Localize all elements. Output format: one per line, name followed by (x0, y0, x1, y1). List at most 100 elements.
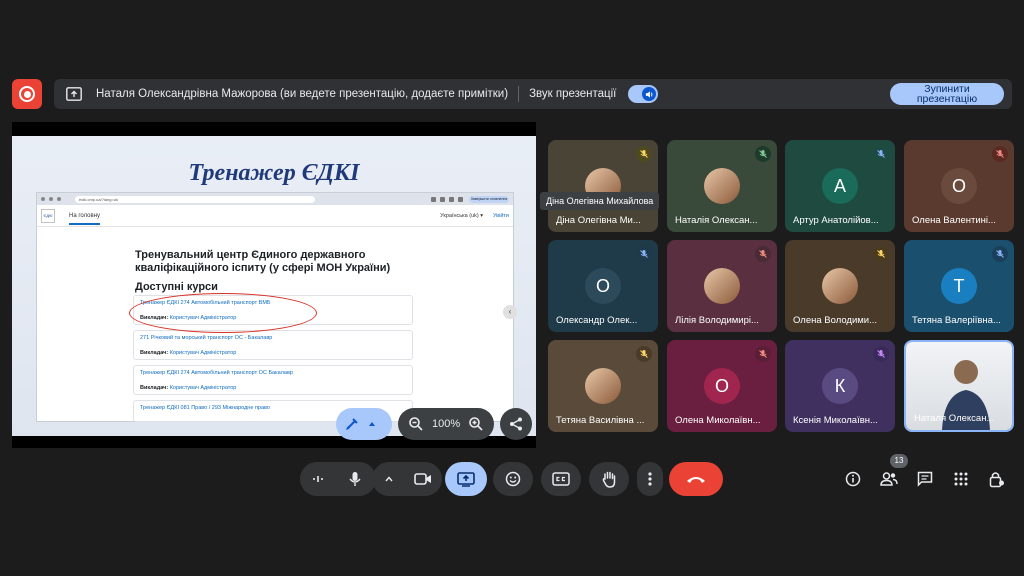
zoom-control: 100% (398, 408, 495, 440)
stop-presenting-button[interactable]: Зупинити презентацію (890, 83, 1004, 105)
divider (518, 86, 520, 102)
presentation-sound-toggle[interactable] (628, 85, 659, 103)
zoom-level: 100% (432, 418, 461, 430)
mic-off-icon (755, 246, 771, 262)
site-logo: ЄДКІ (41, 208, 55, 223)
presenting-bar: Наталя Олександрівна Мажорова (ви ведете… (54, 79, 1012, 109)
avatar: А (822, 168, 858, 204)
self-tile[interactable]: Наталя Олексан... (904, 340, 1014, 432)
browser-url: edki.cmp.ua/?lang=uk (75, 195, 315, 203)
browser-toolbar: edki.cmp.ua/?lang=uk Завершити оновлення (37, 193, 513, 205)
participant-tile[interactable]: К Ксенія Миколаївн... (785, 340, 895, 432)
avatar: О (704, 368, 740, 404)
participant-name: Олена Миколаївн... (675, 415, 761, 426)
participant-tile[interactable]: Лілія Володимирі... (667, 240, 777, 332)
presentation-tools: 100% (336, 408, 533, 440)
participant-tile[interactable]: Наталія Олексан... (667, 140, 777, 232)
microphone-control[interactable] (300, 462, 376, 496)
leave-call-button[interactable] (669, 462, 723, 496)
participant-tile[interactable]: Діна Олегівна Ми... (548, 140, 658, 232)
zoom-in-icon[interactable] (468, 416, 484, 432)
highlight-ellipse (129, 293, 317, 333)
hand-icon (602, 471, 616, 488)
presenter-text: Наталя Олександрівна Мажорова (ви ведете… (96, 88, 509, 100)
course-name: 271 Річковий та морський транспорт ОС - … (140, 335, 273, 341)
more-vert-icon (648, 472, 652, 486)
courses-heading: Доступні курси (135, 281, 218, 293)
microphone-icon (349, 472, 361, 486)
participant-tile[interactable]: А Артур Анатолійов... (785, 140, 895, 232)
record-icon (19, 86, 35, 102)
people-button[interactable] (880, 470, 898, 488)
participant-tile[interactable]: О Олена Миколаївн... (667, 340, 777, 432)
mic-off-icon (755, 346, 771, 362)
participant-name: Ксенія Миколаївн... (793, 415, 878, 426)
share-icon (510, 417, 523, 431)
site-navbar: ЄДКІ На головну Українська (uk) ▾ Увійти (37, 205, 513, 227)
volume-icon (642, 87, 657, 101)
browser-update-button: Завершити оновлення (469, 195, 509, 203)
meet-window: Наталя Олександрівна Мажорова (ви ведете… (0, 0, 1024, 576)
avatar (704, 268, 740, 304)
mic-off-icon (873, 146, 889, 162)
caret-up-icon (369, 422, 375, 426)
raise-hand-button[interactable] (589, 462, 629, 496)
mic-off-icon (755, 146, 771, 162)
course-name: Тренажер ЄДКІ 274 Автомобільний транспор… (140, 370, 293, 376)
mic-off-icon (873, 246, 889, 262)
present-to-all-icon (66, 87, 82, 101)
mic-off-icon (873, 346, 889, 362)
participant-name: Діна Олегівна Ми... (556, 215, 641, 226)
captions-button[interactable] (541, 462, 581, 496)
participant-name: Наталія Олексан... (675, 215, 758, 226)
participant-tile[interactable]: Т Тетяна Валеріївна... (904, 240, 1014, 332)
emoji-icon (505, 471, 521, 487)
avatar (822, 268, 858, 304)
captions-icon (552, 472, 570, 486)
call-end-icon (687, 477, 705, 483)
audio-level-icon (313, 476, 323, 482)
activities-button[interactable] (952, 470, 970, 488)
participant-name: Лілія Володимирі... (675, 315, 759, 326)
host-controls-button[interactable] (988, 470, 1006, 488)
presentation-view: Тренажер ЄДКІ edki.cmp.ua/?lang=uk Завер… (12, 122, 536, 448)
zoom-out-icon[interactable] (408, 416, 424, 432)
slide-title: Тренажер ЄДКІ (188, 160, 360, 186)
site-home-link: На головну (69, 213, 101, 225)
pen-icon (346, 418, 358, 430)
camera-control[interactable] (372, 462, 442, 496)
annotate-button[interactable] (336, 408, 392, 440)
presentation-sound-label: Звук презентації (529, 88, 617, 100)
mic-off-icon (636, 146, 652, 162)
mic-off-icon (992, 246, 1008, 262)
meeting-info-button[interactable] (844, 470, 862, 488)
reactions-button[interactable] (493, 462, 533, 496)
participant-name: Тетяна Валеріївна... (912, 315, 1001, 326)
participant-tile[interactable]: О Олександр Олек... (548, 240, 658, 332)
present-to-all-icon (457, 471, 475, 487)
chevron-up-icon (385, 476, 393, 482)
mic-off-icon (636, 246, 652, 262)
mic-off-icon (992, 146, 1008, 162)
site-login-link: Увійти (493, 212, 509, 219)
present-button[interactable] (445, 462, 487, 496)
participant-tooltip: Діна Олегівна Михайлова (540, 192, 660, 210)
chat-button[interactable] (916, 470, 934, 488)
participant-tile[interactable]: Олена Володими... (785, 240, 895, 332)
people-icon (880, 472, 898, 486)
browser-screenshot: edki.cmp.ua/?lang=uk Завершити оновлення… (36, 192, 517, 422)
participant-name: Олена Валентині... (912, 215, 996, 226)
info-icon (845, 471, 861, 487)
participant-tile[interactable]: О Олена Валентині... (904, 140, 1014, 232)
avatar: К (822, 368, 858, 404)
chat-icon (917, 471, 933, 487)
course-teacher: Викладач: Користувач Адміністратор (140, 385, 237, 391)
chevron-left-icon: ‹ (503, 305, 517, 319)
avatar: Т (941, 268, 977, 304)
participant-tile[interactable]: Тетяна Василівна ... (548, 340, 658, 432)
more-options-button[interactable] (637, 462, 663, 496)
share-button[interactable] (500, 408, 533, 440)
recording-button[interactable] (12, 79, 42, 109)
apps-icon (954, 472, 968, 486)
people-count-badge: 13 (890, 454, 908, 468)
